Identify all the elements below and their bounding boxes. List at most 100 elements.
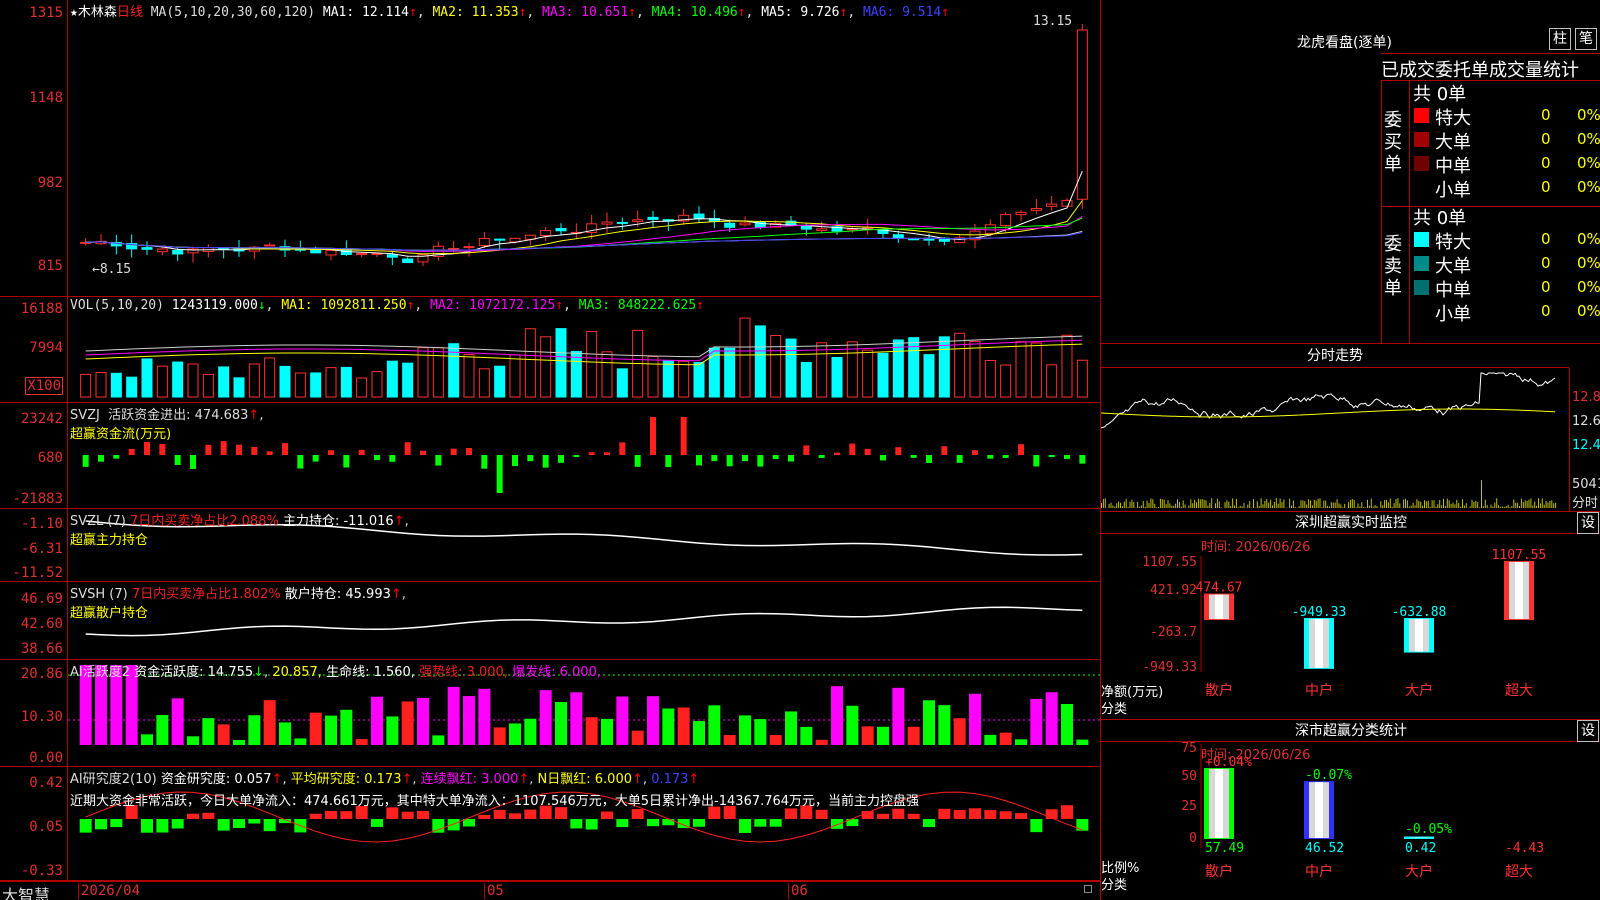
flow-bar [1033, 455, 1040, 467]
intraday-vol-bar [1256, 501, 1258, 508]
volume-bar [95, 372, 107, 398]
classify-change: +0.04% [1205, 755, 1252, 770]
kline-panel[interactable]: 1315 1148 982 815 ★木林森日线 MA(5,10,20,30,6… [0, 0, 1100, 297]
sell-row-name: 特大 [1435, 232, 1471, 253]
intraday-vol-bar [1317, 498, 1319, 508]
volume-bar [264, 357, 276, 398]
research-bar [877, 813, 889, 819]
intraday-volume: 50418 [1572, 477, 1600, 492]
svzj-panel[interactable]: 23242 680 -21883 SVZJ 活跃资金进出: 474.683↑, … [0, 403, 1100, 509]
intraday-panel[interactable]: 分时走势 12.87 12.67 12.47 50418 分时 [1100, 344, 1600, 512]
sell-swatch [1414, 232, 1429, 247]
kline-header: ★木林森日线 MA(5,10,20,30,60,120) MA1: 12.114… [70, 5, 950, 20]
intraday-vol-bar [1154, 503, 1156, 508]
candle-body [724, 222, 736, 228]
intraday-vol-bar [1443, 498, 1444, 508]
intraday-vol-bar [1209, 502, 1211, 508]
research-bar [141, 819, 153, 833]
flow-bar [389, 455, 396, 462]
research-bar [601, 811, 613, 819]
activity-bar [386, 716, 399, 745]
flow-bar [1018, 444, 1024, 455]
buy-row-name: 大单 [1435, 132, 1471, 153]
flow-bar [619, 442, 626, 455]
svsh-panel[interactable]: 46.69 42.60 38.66 SVSH (7) 7日内买卖净占比1.802… [0, 582, 1100, 660]
sell-row-value: 0 [1541, 254, 1551, 272]
activity-bar [263, 700, 276, 745]
intraday-vol-bar [1458, 502, 1460, 508]
intraday-vol-bar [1304, 501, 1306, 508]
intraday-vol-bar [1482, 506, 1484, 508]
research-bar [248, 819, 261, 824]
intraday-vol-bar [1192, 503, 1194, 508]
flow-bar [834, 452, 840, 455]
intraday-vol-bar [1139, 506, 1140, 508]
intraday-vol-bar [1441, 505, 1443, 508]
intraday-vol-bar [1152, 499, 1154, 508]
volume-bar [110, 372, 122, 398]
intraday-vol-bar [1232, 498, 1234, 508]
research-bar [693, 819, 705, 827]
intraday-vol-bar [1547, 502, 1549, 508]
tab-tick-view[interactable]: 笔 [1575, 28, 1597, 50]
intraday-vol-bar [1211, 498, 1213, 508]
ai-activity-panel[interactable]: 20.86 10.30 0.00 AI活跃度2 资金活跃度: 14.755↓, … [0, 660, 1100, 767]
intraday-vol-bar [1380, 501, 1382, 508]
intraday-vol-bar [1520, 498, 1522, 508]
flow-bar [665, 455, 672, 468]
flow-bar [650, 417, 656, 455]
candle-body [555, 228, 567, 232]
intraday-vol-bar [1431, 500, 1433, 508]
lock-icon[interactable] [1084, 885, 1092, 893]
intraday-vol-bar [1102, 498, 1104, 508]
monitor-bar-highlight [1515, 562, 1523, 619]
flow-bar [726, 455, 733, 467]
volume-bar [1000, 364, 1012, 398]
intraday-vol-bar [1422, 505, 1424, 508]
intraday-vol-bar [1446, 498, 1448, 508]
volume-bar [141, 358, 153, 398]
intraday-vol-bar [1486, 505, 1488, 508]
volume-bar [279, 365, 291, 398]
intraday-vol-bar [1302, 500, 1304, 508]
flow-bar [987, 455, 994, 459]
buy-row-name: 中单 [1435, 156, 1471, 177]
activity-bar [555, 702, 567, 745]
volume-bar [187, 363, 199, 398]
kline-plot[interactable] [68, 0, 1100, 296]
intraday-vol-bar [1112, 505, 1114, 508]
intraday-vol-bar [1175, 503, 1177, 508]
activity-bar [355, 739, 368, 745]
volume-panel[interactable]: 16188 7994 X100 VOL(5,10,20) 1243119.000… [0, 297, 1100, 403]
intraday-vol-bar [1348, 502, 1349, 508]
svzl-panel[interactable]: -1.10 -6.31 -11.52 SVZL (7) 7日内买卖净占比2.08… [0, 509, 1100, 582]
research-bar [616, 819, 629, 828]
activity-bar [1076, 739, 1089, 745]
intraday-vol-bar [1397, 498, 1399, 508]
activity-bar [141, 734, 153, 745]
research-bar [1061, 805, 1073, 819]
svzj-axis: 23242 680 -21883 [0, 403, 68, 508]
star-icon[interactable]: ★ [70, 5, 78, 20]
ai-research-panel[interactable]: 0.42 0.05 -0.33 AI研究度2(10) 资金研究度: 0.057↑… [0, 767, 1100, 881]
sell-row-percent: 0% [1577, 230, 1600, 248]
tab-bar-view[interactable]: 柱 [1549, 28, 1571, 50]
intraday-vol-bar [1496, 498, 1498, 508]
vol-ma3: MA3: 848222.625 [578, 298, 697, 313]
activity-bar [723, 734, 736, 745]
flow-bar [910, 455, 917, 458]
activity-bar [524, 718, 537, 745]
classify-tick: 50 [1181, 769, 1197, 784]
activity-bar [969, 693, 981, 745]
flow-bar [926, 455, 932, 463]
period-label[interactable]: 日线 [117, 5, 143, 20]
volume-bar [678, 360, 690, 398]
intraday-vol-bar [1129, 501, 1131, 508]
app-logo: 大智慧 [2, 886, 51, 900]
monitor-bar-highlight [1315, 619, 1323, 668]
flow-bar [144, 441, 150, 455]
flow-bar [312, 455, 319, 462]
date-label: 2026/04 [78, 883, 140, 899]
flow-bar [358, 449, 365, 455]
ai-comment: 近期大资金非常活跃，今日大单净流入：474.661万元，其中特大单净流入：110… [70, 794, 920, 809]
